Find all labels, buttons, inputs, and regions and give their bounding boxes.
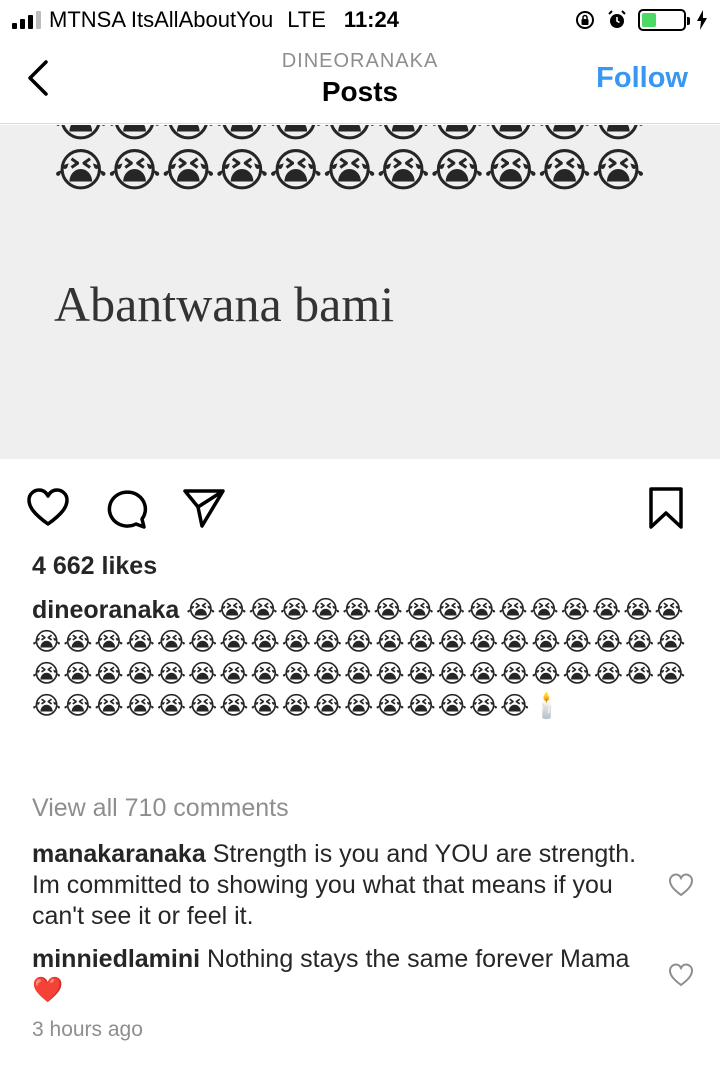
signal-strength-icon	[12, 11, 41, 29]
caption-username[interactable]: dineoranaka	[32, 596, 179, 624]
paper-plane-icon[interactable]	[182, 486, 226, 530]
comment-username[interactable]: minniedlamini	[32, 945, 200, 973]
view-all-comments-link[interactable]: View all 710 comments	[32, 794, 289, 823]
post-caption: dineoranaka 😭😭😭😭😭😭😭😭😭😭😭😭😭😭😭😭😭😭😭😭😭😭😭😭😭😭😭😭…	[32, 594, 692, 722]
charging-bolt-icon	[697, 10, 707, 30]
bookmark-icon[interactable]	[644, 486, 688, 530]
battery-level	[642, 13, 656, 27]
carrier-name: MTNSA ItsAllAboutYou	[49, 7, 274, 32]
battery-icon	[638, 9, 690, 31]
likes-count[interactable]: 4 662 likes	[32, 552, 157, 581]
heart-icon[interactable]	[26, 486, 70, 530]
follow-button[interactable]: Follow	[596, 62, 688, 95]
post-header: DINEORANAKA Posts Follow	[0, 40, 720, 124]
crying-emoji-row-partial: 😭😭😭😭😭😭😭😭😭😭😭	[54, 125, 645, 143]
crying-emoji-row: 😭😭😭😭😭😭😭😭😭😭😭	[54, 144, 646, 196]
comment-item: manakaranaka Strength is you and YOU are…	[32, 839, 652, 932]
action-bar	[0, 480, 720, 534]
status-time: 11:24	[343, 7, 399, 32]
alarm-icon	[608, 10, 626, 28]
post-image[interactable]: 😭😭😭😭😭😭😭😭😭😭😭 😭😭😭😭😭😭😭😭😭😭😭 Abantwana bami	[0, 125, 720, 459]
comment-username[interactable]: manakaranaka	[32, 840, 206, 868]
comment-like-heart-icon[interactable]	[668, 962, 694, 988]
status-bar: MTNSA ItsAllAboutYou LTE 11:24	[0, 0, 720, 40]
comment-item: minniedlamini Nothing stays the same for…	[32, 944, 652, 1006]
rotation-lock-icon	[576, 11, 594, 29]
post-timestamp: 3 hours ago	[32, 1018, 143, 1041]
comment-icon[interactable]	[104, 486, 148, 530]
comment-like-heart-icon[interactable]	[668, 872, 694, 898]
network-type: LTE	[287, 7, 326, 32]
post-image-text: Abantwana bami	[54, 276, 395, 332]
